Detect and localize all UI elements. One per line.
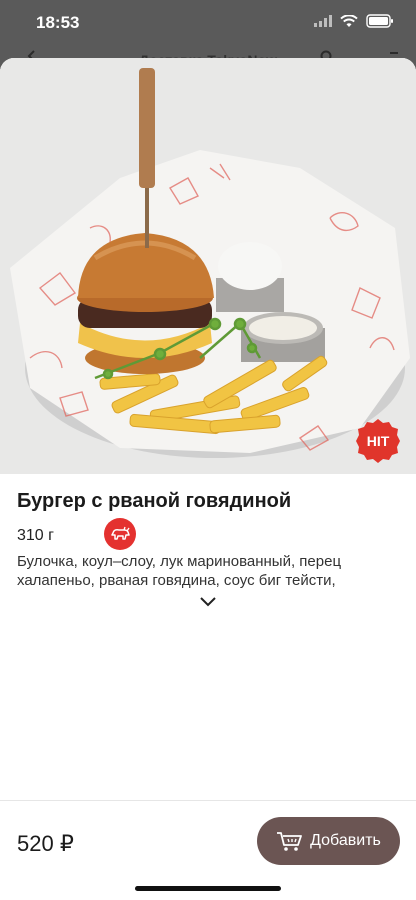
- cart-icon: [277, 832, 303, 851]
- beef-icon: [104, 518, 136, 550]
- product-photo: HIT: [0, 58, 416, 474]
- product-sheet: HIT Бургер с рваной говядиной 310 г Було…: [0, 58, 416, 900]
- wifi-icon: [340, 14, 358, 27]
- footer-divider: [0, 800, 416, 801]
- product-title: Бургер с рваной говядиной: [17, 490, 292, 512]
- status-icons: [314, 14, 394, 28]
- burger-image: [0, 58, 416, 474]
- hit-badge-label: HIT: [367, 433, 390, 449]
- product-price: 520 ₽: [17, 831, 74, 856]
- chevron-down-icon[interactable]: [199, 594, 217, 608]
- battery-icon: [366, 14, 393, 28]
- signal-icon: [314, 15, 332, 27]
- home-indicator: [135, 886, 281, 891]
- status-time: 18:53: [36, 13, 80, 32]
- status-bar: 18:53: [0, 0, 416, 46]
- product-weight: 310 г: [17, 527, 54, 544]
- add-to-cart-button[interactable]: Добавить: [257, 817, 400, 865]
- hit-badge: HIT: [356, 419, 400, 463]
- add-button-label: Добавить: [310, 832, 381, 849]
- product-description: Булочка, коул–слоу, лук маринованный, пе…: [17, 553, 342, 589]
